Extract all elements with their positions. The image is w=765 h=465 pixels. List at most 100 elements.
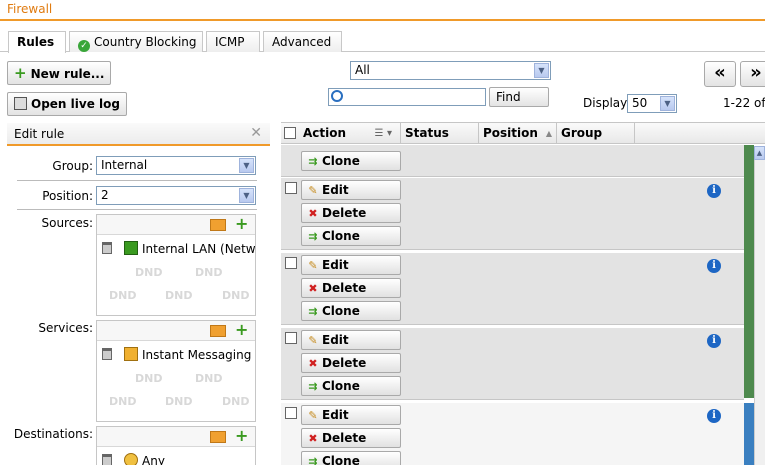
- open-live-log-button[interactable]: Open live log: [7, 92, 127, 116]
- column-position-label: Position: [483, 126, 538, 140]
- row-checkbox[interactable]: [285, 182, 297, 194]
- info-icon[interactable]: i: [707, 184, 721, 198]
- check-circle-icon: ✓: [78, 40, 90, 52]
- trash-icon[interactable]: [102, 242, 112, 254]
- clone-label: Clone: [322, 154, 360, 168]
- tab-rules[interactable]: Rules: [8, 31, 66, 53]
- edit-button[interactable]: ✎ Edit: [301, 405, 401, 425]
- add-icon[interactable]: +: [235, 321, 248, 339]
- column-action[interactable]: Action ☰ ▾: [299, 123, 401, 144]
- sources-item: Internal LAN (Network): [142, 242, 256, 256]
- clone-button[interactable]: ⇉ Clone: [301, 301, 401, 321]
- delete-label: Delete: [322, 431, 367, 445]
- sources-toolbar: +: [97, 215, 255, 235]
- chevron-down-icon: ▼: [534, 63, 549, 78]
- table-row: ⇉ Clone: [281, 145, 744, 177]
- group-select[interactable]: Internal ▼: [96, 156, 256, 175]
- next-page-icon: »: [750, 62, 762, 83]
- title-bar: Firewall: [0, 0, 765, 21]
- add-icon[interactable]: +: [235, 215, 248, 233]
- delete-button[interactable]: ✖ Delete: [301, 278, 401, 298]
- chevron-down-icon: ▼: [239, 158, 254, 173]
- log-icon: [14, 97, 27, 110]
- next-page-button[interactable]: »: [740, 61, 765, 87]
- row-checkbox[interactable]: [285, 257, 297, 269]
- new-rule-button[interactable]: + New rule...: [7, 61, 112, 85]
- clone-icon: ⇉: [308, 230, 318, 243]
- edit-icon: ✎: [308, 409, 318, 422]
- tab-country-blocking[interactable]: ✓ Country Blocking: [69, 31, 203, 52]
- column-status[interactable]: Status: [401, 123, 479, 144]
- edit-button[interactable]: ✎ Edit: [301, 255, 401, 275]
- tab-icmp[interactable]: ICMP: [206, 31, 260, 52]
- trash-icon[interactable]: [102, 348, 112, 360]
- dnd-watermark: DND: [165, 289, 193, 302]
- scrollbar-track[interactable]: [754, 160, 765, 465]
- edit-button[interactable]: ✎ Edit: [301, 180, 401, 200]
- trash-icon[interactable]: [102, 454, 112, 465]
- filter-select[interactable]: All ▼: [350, 61, 551, 80]
- add-icon[interactable]: +: [235, 427, 248, 445]
- row-checkbox[interactable]: [285, 407, 297, 419]
- delete-button[interactable]: ✖ Delete: [301, 203, 401, 223]
- edit-label: Edit: [322, 408, 349, 422]
- tab-advanced[interactable]: Advanced: [263, 31, 342, 52]
- column-position[interactable]: Position ▲: [479, 123, 557, 144]
- clone-icon: ⇉: [308, 155, 318, 168]
- services-item: Instant Messaging (IM): [142, 348, 255, 362]
- divider: [17, 209, 257, 210]
- column-menu-icon[interactable]: ☰ ▾: [375, 123, 392, 144]
- dnd-watermark: DND: [135, 266, 163, 279]
- tab-icmp-label: ICMP: [215, 35, 245, 49]
- search-input[interactable]: [328, 88, 486, 106]
- position-select-value: 2: [101, 188, 109, 202]
- info-icon[interactable]: i: [707, 259, 721, 273]
- status-strip-group: [744, 403, 754, 465]
- edit-rule-header: Edit rule ✕: [7, 123, 270, 146]
- clone-label: Clone: [322, 454, 360, 465]
- position-select[interactable]: 2 ▼: [96, 186, 256, 205]
- clone-icon: ⇉: [308, 380, 318, 393]
- folder-icon[interactable]: [210, 219, 226, 231]
- position-label: Position:: [42, 189, 93, 203]
- dnd-watermark: DND: [195, 266, 223, 279]
- tab-country-blocking-label: Country Blocking: [94, 35, 197, 49]
- clone-button[interactable]: ⇉ Clone: [301, 451, 401, 465]
- column-group[interactable]: Group: [557, 123, 635, 144]
- edit-button[interactable]: ✎ Edit: [301, 330, 401, 350]
- destinations-item: Any: [142, 454, 165, 465]
- clone-button[interactable]: ⇉ Clone: [301, 376, 401, 396]
- display-select[interactable]: 50 ▼: [627, 94, 677, 113]
- info-icon[interactable]: i: [707, 409, 721, 423]
- dnd-watermark: DND: [222, 289, 250, 302]
- service-icon: [124, 347, 138, 361]
- folder-icon[interactable]: [210, 325, 226, 337]
- sources-dropzone[interactable]: + Internal LAN (Network) DND DND DND DND…: [96, 214, 256, 316]
- new-rule-label: New rule...: [30, 67, 105, 81]
- edit-icon: ✎: [308, 184, 318, 197]
- delete-label: Delete: [322, 356, 367, 370]
- info-icon[interactable]: i: [707, 334, 721, 348]
- group-select-value: Internal: [101, 158, 148, 172]
- destinations-dropzone[interactable]: + Any: [96, 426, 256, 465]
- scroll-up-arrow[interactable]: ▲: [754, 146, 765, 160]
- rules-table-header: Action ☰ ▾ Status Position ▲ Group: [281, 122, 765, 144]
- delete-button[interactable]: ✖ Delete: [301, 353, 401, 373]
- group-label: Group:: [52, 159, 93, 173]
- clone-button[interactable]: ⇉ Clone: [301, 226, 401, 246]
- folder-icon[interactable]: [210, 431, 226, 443]
- delete-button[interactable]: ✖ Delete: [301, 428, 401, 448]
- edit-icon: ✎: [308, 259, 318, 272]
- find-button[interactable]: Find: [489, 87, 549, 107]
- close-icon[interactable]: ✕: [250, 125, 262, 141]
- dnd-watermark: DND: [109, 395, 137, 408]
- clone-button[interactable]: ⇉ Clone: [301, 151, 401, 171]
- delete-label: Delete: [322, 281, 367, 295]
- first-page-button[interactable]: «: [704, 61, 736, 87]
- row-checkbox[interactable]: [285, 332, 297, 344]
- search-icon: [331, 90, 343, 102]
- edit-label: Edit: [322, 258, 349, 272]
- select-all-checkbox[interactable]: [284, 127, 296, 139]
- services-dropzone[interactable]: + Instant Messaging (IM) DND DND DND DND…: [96, 320, 256, 422]
- services-toolbar: +: [97, 321, 255, 341]
